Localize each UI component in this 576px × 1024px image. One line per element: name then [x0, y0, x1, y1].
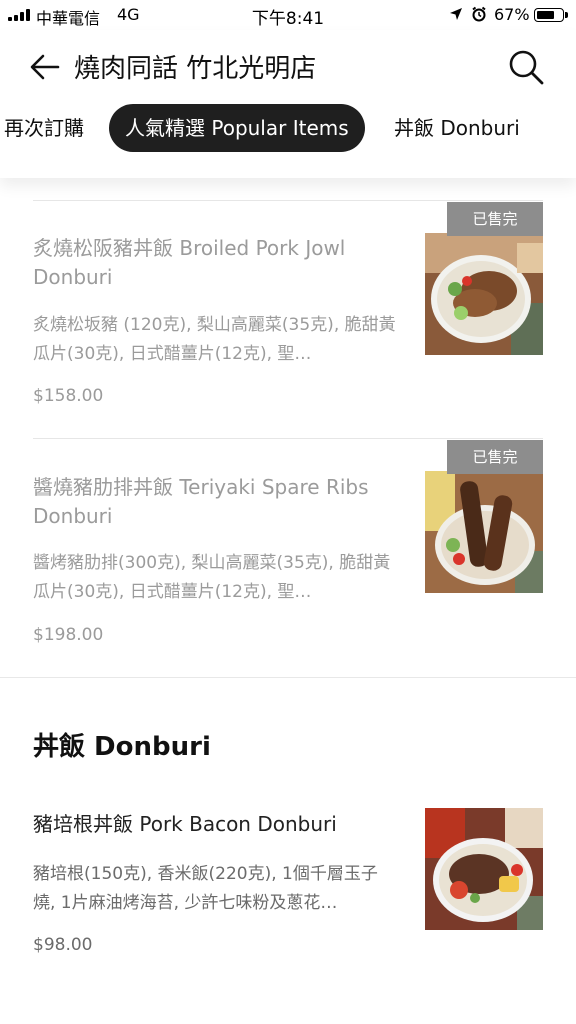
- sold-out-badge: 已售完: [447, 202, 543, 236]
- search-icon[interactable]: [506, 48, 546, 86]
- item-description: 豬培根(150克), 香米飯(220克), 1個千層玉子燒, 1片麻油烤海苔, …: [33, 864, 378, 913]
- item-name: 豬培根丼飯 Pork Bacon Donburi: [33, 812, 337, 836]
- alarm-icon: [472, 6, 486, 22]
- section-heading-donburi: 丼飯 Donburi: [33, 732, 211, 762]
- item-price: $198.00: [33, 625, 104, 645]
- pork-jowl-donburi-photo: [425, 233, 543, 355]
- battery-icon: [534, 8, 568, 22]
- store-title: 燒肉同話 竹北光明店: [74, 54, 317, 84]
- menu-item-broiled-pork-jowl[interactable]: 炙燒松阪豬丼飯 Broiled Pork Jowl Donburi 炙燒松坂豬 …: [33, 200, 543, 430]
- back-arrow-icon[interactable]: [28, 50, 64, 84]
- pork-bacon-donburi-photo: [425, 808, 543, 930]
- category-tabs: 再次訂購 人氣精選 Popular Items 丼飯 Donburi: [0, 104, 576, 152]
- tab-popular-items[interactable]: 人氣精選 Popular Items: [109, 104, 365, 152]
- item-price: $158.00: [33, 386, 104, 406]
- menu-item-pork-bacon[interactable]: 豬培根丼飯 Pork Bacon Donburi 豬培根(150克), 香米飯(…: [33, 780, 543, 980]
- location-arrow-icon: [450, 8, 462, 20]
- section-separator: [0, 677, 576, 678]
- tab-donburi[interactable]: 丼飯 Donburi: [394, 104, 520, 152]
- spare-ribs-donburi-photo: [425, 471, 543, 593]
- item-description: 醬烤豬肋排(300克), 梨山高麗菜(35克), 脆甜黃瓜片(30克), 日式醋…: [33, 553, 391, 602]
- tab-reorder[interactable]: 再次訂購: [4, 104, 84, 152]
- status-time: 下午8:41: [251, 9, 325, 29]
- item-name: 炙燒松阪豬丼飯 Broiled Pork Jowl Donburi: [33, 236, 346, 289]
- menu-item-teriyaki-spare-ribs[interactable]: 醬燒豬肋排丼飯 Teriyaki Spare Ribs Donburi 醬烤豬肋…: [33, 438, 543, 668]
- item-name: 醬燒豬肋排丼飯 Teriyaki Spare Ribs Donburi: [33, 475, 369, 528]
- store-header: 燒肉同話 竹北光明店 再次訂購 人氣精選 Popular Items 丼飯 Do…: [0, 30, 576, 178]
- battery-percentage: 67%: [494, 5, 530, 24]
- sold-out-badge: 已售完: [447, 440, 543, 474]
- item-description: 炙燒松坂豬 (120克), 梨山高麗菜(35克), 脆甜黃瓜片(30克), 日式…: [33, 315, 396, 364]
- item-price: $98.00: [33, 935, 93, 955]
- status-bar: 中華電信 4G 下午8:41 67%: [0, 0, 576, 30]
